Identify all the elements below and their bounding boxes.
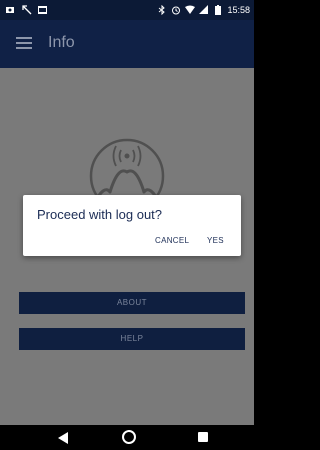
recents-icon[interactable]	[198, 432, 208, 442]
wifi-icon	[185, 5, 196, 14]
gallery-icon	[38, 6, 47, 14]
logout-dialog: Proceed with log out? CANCEL YES	[23, 195, 241, 256]
back-icon[interactable]	[58, 432, 68, 444]
app-bar: Info	[0, 20, 254, 68]
dialog-title: Proceed with log out?	[37, 207, 163, 222]
cancel-button[interactable]: CANCEL	[155, 236, 189, 245]
status-time: 15:58	[227, 5, 250, 15]
page-title: Info	[48, 34, 75, 51]
bluetooth-icon	[159, 5, 166, 15]
yes-button[interactable]: YES	[207, 236, 224, 245]
navigation-bar	[0, 425, 254, 450]
status-bar: 15:58	[0, 0, 254, 20]
status-right-icons: 15:58	[157, 4, 250, 16]
home-icon[interactable]	[122, 430, 136, 444]
hamburger-menu-icon[interactable]	[16, 37, 32, 49]
missed-call-icon	[22, 5, 32, 15]
alarm-icon	[172, 6, 181, 15]
signal-icon	[199, 5, 209, 14]
battery-icon	[215, 5, 222, 15]
notification-icon	[6, 7, 14, 13]
help-button[interactable]: HELP	[19, 328, 245, 350]
status-left-icons	[6, 5, 48, 15]
about-button[interactable]: ABOUT	[19, 292, 245, 314]
